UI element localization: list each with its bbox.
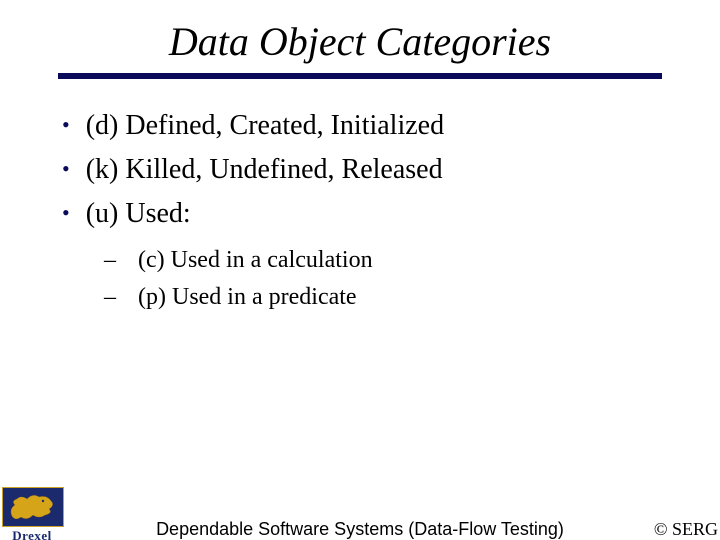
bullet-item: • (d) Defined, Created, Initialized (62, 107, 720, 145)
bullet-text: (k) Killed, Undefined, Released (86, 151, 443, 189)
dragon-icon (7, 491, 57, 521)
footer-title: Dependable Software Systems (Data-Flow T… (0, 519, 720, 540)
bullet-text: (u) Used: (86, 195, 191, 233)
title-underline (58, 73, 662, 79)
bullet-item: • (u) Used: (62, 195, 720, 233)
bullet-icon: • (62, 202, 70, 224)
sub-bullet-text: (c) Used in a calculation (138, 244, 373, 276)
bullet-text: (d) Defined, Created, Initialized (86, 107, 444, 145)
dash-icon: – (104, 281, 116, 313)
sub-bullet-item: – (c) Used in a calculation (104, 244, 720, 276)
bullet-icon: • (62, 158, 70, 180)
sub-bullet-list: – (c) Used in a calculation – (p) Used i… (104, 244, 720, 313)
copyright: © SERG (654, 519, 718, 540)
bullet-item: • (k) Killed, Undefined, Released (62, 151, 720, 189)
slide: Data Object Categories • (d) Defined, Cr… (0, 18, 720, 540)
sub-bullet-item: – (p) Used in a predicate (104, 281, 720, 313)
dash-icon: – (104, 244, 116, 276)
footer: Drexel UNIVERSITY Dependable Software Sy… (0, 500, 720, 540)
sub-bullet-text: (p) Used in a predicate (138, 281, 357, 313)
bullet-icon: • (62, 114, 70, 136)
slide-title: Data Object Categories (0, 18, 720, 65)
content-area: • (d) Defined, Created, Initialized • (k… (62, 107, 720, 313)
